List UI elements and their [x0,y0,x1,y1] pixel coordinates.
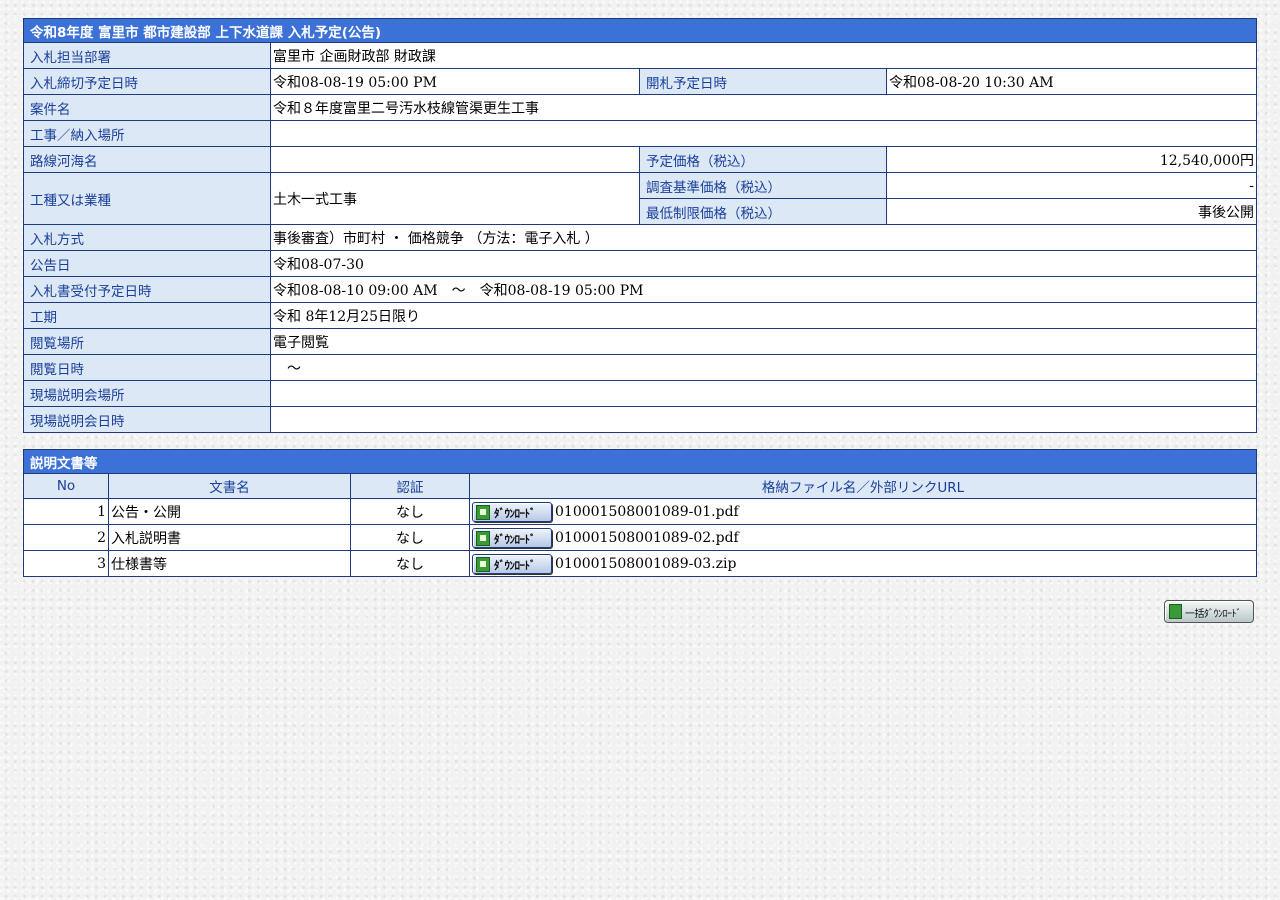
planned-price-label: 予定価格（税込） [639,146,887,173]
download-icon [476,530,490,546]
accept-value: 令和08-08-10 09:00 AM ～ 令和08-08-19 05:00 P… [270,276,1257,303]
row-doc-name: 公告・公開 [108,498,351,525]
download-button-label: ﾀﾞｳﾝﾛｰﾄﾞ [494,558,536,572]
download-button-label: ﾀﾞｳﾝﾛｰﾄﾞ [494,506,536,520]
bulk-download-label: 一括ﾀﾞｳﾝﾛｰﾄﾞ [1185,609,1242,620]
download-icon [476,504,490,520]
download-icon [476,556,490,572]
survey-price-value: - [886,172,1257,199]
download-button[interactable]: ﾀﾞｳﾝﾛｰﾄﾞ [472,527,552,548]
dept-value: 富里市 企画財政部 財政課 [270,42,1257,69]
deadline-value: 令和08-08-19 05:00 PM [270,68,640,95]
download-icon [1169,604,1182,619]
row-doc-name: 仕様書等 [108,550,351,577]
period-value: 令和 8年12月25日限り [270,302,1257,329]
site-date-label: 現場説明会日時 [23,406,271,433]
opening-label: 開札予定日時 [639,68,887,95]
notice-date-value: 令和08-07-30 [270,250,1257,277]
category-label: 工種又は業種 [23,172,271,225]
site-place-label: 現場説明会場所 [23,380,271,407]
col-auth-header: 認証 [350,473,470,499]
opening-value: 令和08-08-20 10:30 AM [886,68,1257,95]
notice-date-label: 公告日 [23,250,271,277]
project-value: 令和８年度富里二号汚水枝線管渠更生工事 [270,94,1257,121]
location-value [270,120,1257,147]
view-date-label: 閲覧日時 [23,354,271,381]
table-row: 2 入札説明書 なし ﾀﾞｳﾝﾛｰﾄﾞ 010001508001089-02.pd… [23,524,1257,551]
method-label: 入札方式 [23,224,271,251]
table-row: 1 公告・公開 なし ﾀﾞｳﾝﾛｰﾄﾞ 010001508001089-01.pd… [23,498,1257,525]
documents-title: 説明文書等 [23,449,1257,474]
route-value [270,146,640,173]
row-auth: なし [350,550,470,577]
row-no: 2 [23,524,109,551]
row-doc-name: 入札説明書 [108,524,351,551]
row-no: 1 [23,498,109,525]
table-row: 3 仕様書等 なし ﾀﾞｳﾝﾛｰﾄﾞ 010001508001089-03.zip [23,550,1257,577]
documents-table: 説明文書等 No 文書名 認証 格納ファイル名／外部リンクURL 1 公告・公開… [23,449,1257,577]
download-button[interactable]: ﾀﾞｳﾝﾛｰﾄﾞ [472,501,552,522]
survey-price-label: 調査基準価格（税込） [639,172,887,199]
min-price-value: 事後公開 [886,198,1257,225]
period-label: 工期 [23,302,271,329]
row-file: ﾀﾞｳﾝﾛｰﾄﾞ 010001508001089-01.pdf [469,498,1257,525]
view-place-label: 閲覧場所 [23,328,271,355]
col-name-header: 文書名 [108,473,351,499]
row-auth: なし [350,524,470,551]
row-no: 3 [23,550,109,577]
col-file-header: 格納ファイル名／外部リンクURL [469,473,1257,499]
download-button[interactable]: ﾀﾞｳﾝﾛｰﾄﾞ [472,553,552,574]
bid-info-table: 令和8年度 富里市 都市建設部 上下水道課 入札予定(公告) 入札担当部署 富里… [23,18,1257,433]
file-name: 010001508001089-01.pdf [555,503,739,520]
file-name: 010001508001089-03.zip [555,555,737,572]
page-title: 令和8年度 富里市 都市建設部 上下水道課 入札予定(公告) [23,18,1257,43]
site-date-value [270,406,1257,433]
view-date-value: ～ [270,354,1257,381]
bulk-download-button[interactable]: 一括ﾀﾞｳﾝﾛｰﾄﾞ [1164,600,1254,623]
view-place-value: 電子閲覧 [270,328,1257,355]
row-auth: なし [350,498,470,525]
planned-price-value: 12,540,000円 [886,146,1257,173]
method-value: 事後審査）市町村 ・ 価格競争 （方法：電子入札 ） [270,224,1257,251]
location-label: 工事／納入場所 [23,120,271,147]
file-name: 010001508001089-02.pdf [555,529,739,546]
min-price-label: 最低制限価格（税込） [639,198,887,225]
category-value: 土木一式工事 [270,172,640,225]
deadline-label: 入札締切予定日時 [23,68,271,95]
col-no-header: No [23,473,109,499]
download-button-label: ﾀﾞｳﾝﾛｰﾄﾞ [494,532,536,546]
row-file: ﾀﾞｳﾝﾛｰﾄﾞ 010001508001089-02.pdf [469,524,1257,551]
site-place-value [270,380,1257,407]
dept-label: 入札担当部署 [23,42,271,69]
accept-label: 入札書受付予定日時 [23,276,271,303]
row-file: ﾀﾞｳﾝﾛｰﾄﾞ 010001508001089-03.zip [469,550,1257,577]
route-label: 路線河海名 [23,146,271,173]
project-label: 案件名 [23,94,271,121]
